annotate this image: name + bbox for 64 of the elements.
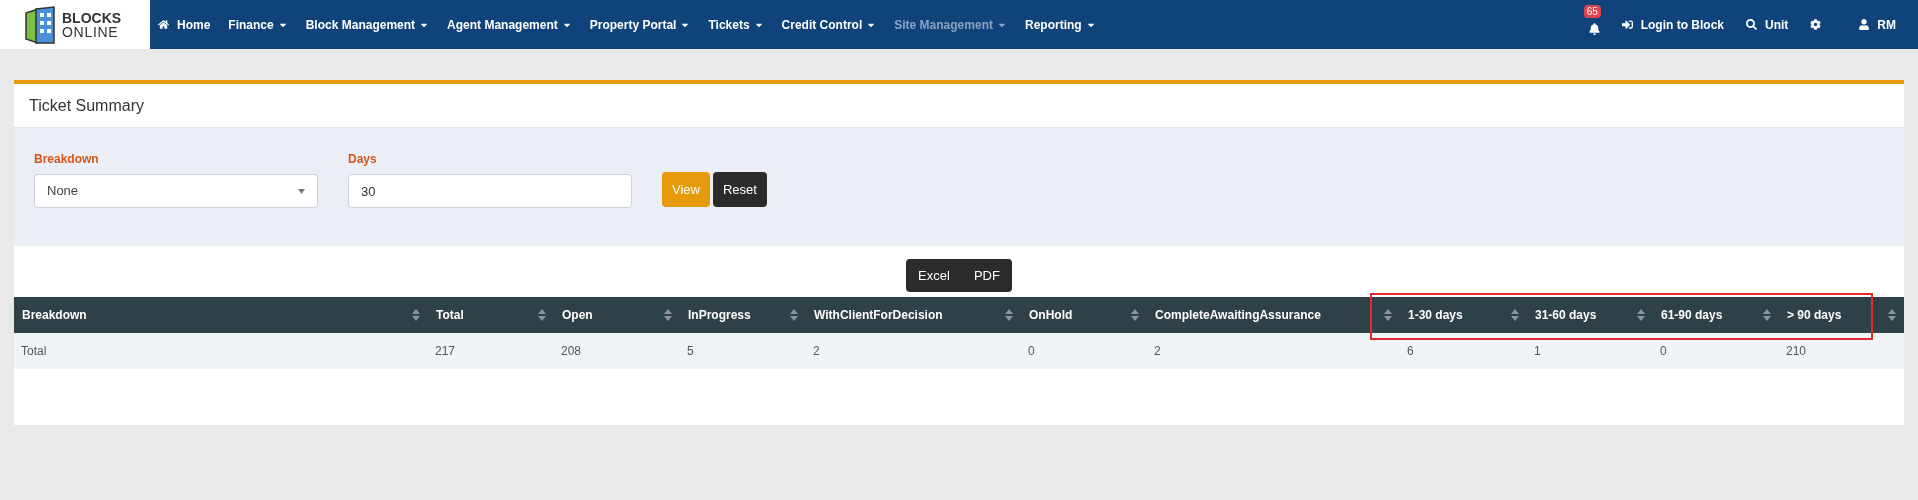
sort-icon[interactable] xyxy=(1888,309,1896,321)
column-header[interactable]: 1-30 days xyxy=(1400,297,1527,333)
column-header[interactable]: Breakdown xyxy=(14,297,428,333)
column-header[interactable]: > 90 days xyxy=(1779,297,1904,333)
export-button[interactable]: PDF xyxy=(961,259,1012,292)
column-header[interactable]: CompleteAwaitingAssurance xyxy=(1147,297,1400,333)
table-cell: 2 xyxy=(806,333,1021,369)
logo[interactable]: BLOCKS ONLINE xyxy=(0,0,150,49)
column-header[interactable]: WithClientForDecision xyxy=(806,297,1021,333)
table-cell: 6 xyxy=(1400,333,1527,369)
notification-badge: 65 xyxy=(1583,4,1601,18)
table-cell: 210 xyxy=(1779,333,1904,369)
breakdown-select[interactable]: None xyxy=(34,174,318,208)
column-header[interactable]: 31-60 days xyxy=(1527,297,1653,333)
sort-icon[interactable] xyxy=(1511,309,1519,321)
nav-link[interactable]: Home xyxy=(158,15,211,34)
sort-icon[interactable] xyxy=(1384,309,1392,321)
table-cell: 2 xyxy=(1147,333,1400,369)
settings-icon[interactable] xyxy=(1810,19,1822,30)
nav-link[interactable]: Property Portal xyxy=(589,15,691,34)
nav-link[interactable]: Finance xyxy=(228,15,288,34)
caret-icon xyxy=(298,188,305,194)
sign-in-icon xyxy=(1621,19,1633,30)
panel-title: Ticket Summary xyxy=(29,95,144,116)
table-cell: 208 xyxy=(554,333,680,369)
table-cell: 217 xyxy=(428,333,554,369)
login-link[interactable]: Login to Block xyxy=(1621,15,1724,34)
logo-text: BLOCKS xyxy=(62,10,122,25)
column-header[interactable]: OnHold xyxy=(1021,297,1147,333)
nav-link[interactable]: Block Management xyxy=(305,15,430,34)
table-cell: 1 xyxy=(1527,333,1653,369)
sort-icon[interactable] xyxy=(664,309,672,321)
days-input[interactable]: 30 xyxy=(348,174,632,208)
search-icon xyxy=(1746,19,1757,30)
table-cell: 0 xyxy=(1021,333,1147,369)
sort-icon[interactable] xyxy=(1005,309,1013,321)
search-link[interactable]: Unit xyxy=(1746,15,1789,34)
sort-icon[interactable] xyxy=(790,309,798,321)
nav-link[interactable]: Agent Management xyxy=(447,15,572,34)
sort-icon[interactable] xyxy=(1763,309,1771,321)
sort-icon[interactable] xyxy=(412,309,420,321)
nav-link[interactable]: Reporting xyxy=(1024,15,1096,34)
sort-icon[interactable] xyxy=(1637,309,1645,321)
notification-icon[interactable] xyxy=(1588,22,1600,35)
sort-icon[interactable] xyxy=(1131,309,1139,321)
table-cell: Total xyxy=(14,333,428,369)
nav-link[interactable]: Tickets xyxy=(708,15,764,34)
field-label: Days xyxy=(348,151,378,168)
column-header[interactable]: InProgress xyxy=(680,297,806,333)
user-link[interactable]: RM xyxy=(1859,15,1896,34)
nav-link[interactable]: Credit Control xyxy=(781,15,877,34)
home-icon xyxy=(158,19,169,30)
reset-button[interactable]: Reset xyxy=(712,172,767,207)
buildings-icon xyxy=(24,4,58,45)
field-label: Breakdown xyxy=(34,151,100,168)
user-icon xyxy=(1859,19,1870,30)
column-header[interactable]: Total xyxy=(428,297,554,333)
logo-subtext: ONLINE xyxy=(62,24,120,39)
export-button[interactable]: Excel xyxy=(906,259,962,292)
table-cell: 5 xyxy=(680,333,806,369)
column-header[interactable]: Open xyxy=(554,297,680,333)
sort-icon[interactable] xyxy=(538,309,546,321)
table-cell: 0 xyxy=(1653,333,1779,369)
column-header[interactable]: 61-90 days xyxy=(1653,297,1779,333)
